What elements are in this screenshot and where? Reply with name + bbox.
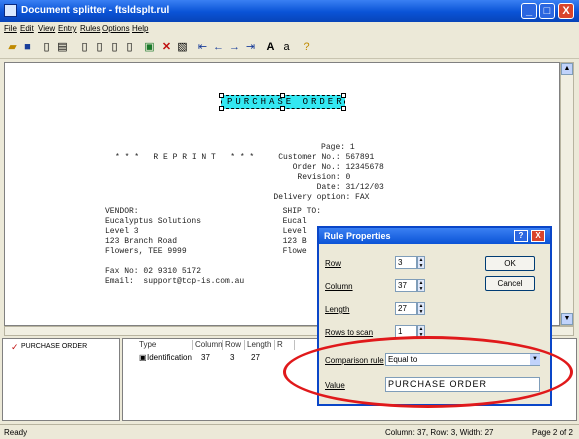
doc-line: Date: 31/12/03	[91, 183, 384, 192]
doc-line: Order No.: 12345678	[91, 163, 384, 172]
doc-line: Level 3 Level	[105, 227, 307, 236]
doc-line: * * * R E P R I N T * * * Customer No.: …	[91, 153, 375, 162]
doc-line: 123 Branch Road 123 B	[105, 237, 307, 246]
rule-type[interactable]: Identification	[147, 353, 192, 362]
menu-help[interactable]: Help	[132, 24, 148, 33]
rows-to-scan-label: Rows to scan	[325, 328, 374, 337]
length-input[interactable]: 27	[395, 302, 417, 315]
column-header-column[interactable]: Column	[193, 340, 223, 350]
cancel-button[interactable]: Cancel	[485, 276, 535, 291]
status-text: Ready	[4, 428, 28, 437]
doc-line: Flowers, TEE 9999 Flowe	[105, 247, 307, 256]
value-label: Value	[325, 381, 345, 390]
length-label: Length	[325, 305, 350, 314]
vertical-scrollbar[interactable]: ▲ ▼	[560, 62, 574, 326]
resize-handle[interactable]	[280, 106, 285, 111]
save-icon[interactable]: ■	[21, 41, 34, 54]
font-smaller-icon[interactable]: a	[280, 41, 293, 54]
column-spinner[interactable]: ▲ ▼	[417, 279, 425, 292]
doc-line: Fax No: 02 9310 5172	[105, 267, 202, 276]
comparison-rule-select[interactable]: Equal to	[385, 353, 540, 366]
scroll-up-icon[interactable]: ▲	[561, 63, 573, 75]
dialog-help-button[interactable]: ?	[514, 230, 528, 242]
add-rule-icon[interactable]: ▣	[143, 41, 156, 54]
doc-line: Eucalyptus Solutions Eucal	[105, 217, 307, 226]
doc-line: Email: support@tcp-is.com.au	[105, 277, 245, 286]
column-label: Column	[325, 282, 353, 291]
page-next-icon[interactable]: ▯	[108, 41, 121, 54]
selected-field-text: PURCHASE ORDER	[227, 97, 345, 107]
rule-tree-item[interactable]: PURCHASE ORDER	[21, 343, 87, 350]
resize-handle[interactable]	[219, 93, 224, 98]
rows-to-scan-input[interactable]: 1	[395, 325, 417, 338]
rule-type-icon: ▣	[139, 353, 147, 362]
scroll-down-icon[interactable]: ▼	[561, 313, 573, 325]
window-title: Document splitter - ftsldsplt.rul	[21, 5, 170, 16]
rule-tree[interactable]: ✓ PURCHASE ORDER	[2, 338, 120, 421]
page-first-icon[interactable]: ▯	[78, 41, 91, 54]
menu-edit[interactable]: Edit	[20, 24, 34, 33]
title-bar: Document splitter - ftsldsplt.rul _ □ X	[0, 0, 579, 22]
minimize-button[interactable]: _	[521, 3, 537, 19]
menu-rules[interactable]: Rules	[80, 24, 100, 33]
status-page: Page 2 of 2	[532, 428, 573, 437]
doc-line: Delivery option: FAX	[91, 193, 370, 202]
page-last-icon[interactable]: ▯	[123, 41, 136, 54]
help-icon[interactable]: ?	[300, 41, 313, 54]
rows-to-scan-spinner[interactable]: ▲ ▼	[417, 325, 425, 338]
column-header-row[interactable]: Row	[223, 340, 245, 350]
rule-row: 3	[230, 353, 235, 362]
doc-line: Page: 1	[105, 143, 355, 152]
dialog-title-bar: Rule Properties ? X	[319, 228, 550, 244]
menu-file[interactable]: File	[4, 24, 17, 33]
menu-options[interactable]: Options	[102, 24, 130, 33]
font-larger-icon[interactable]: A	[264, 41, 277, 54]
print-icon[interactable]: ▤	[56, 41, 69, 54]
app-icon	[4, 4, 17, 17]
move-last-icon[interactable]: ⇥	[244, 41, 257, 54]
row-label: Row	[325, 259, 342, 268]
ok-button[interactable]: OK	[485, 256, 535, 271]
doc-line: VENDOR: SHIP TO:	[105, 207, 322, 216]
resize-handle[interactable]	[280, 93, 285, 98]
value-input[interactable]: PURCHASE ORDER	[385, 377, 540, 392]
column-header-type[interactable]: Type	[137, 340, 193, 350]
status-bar: Ready Column: 37, Row: 3, Width: 27 Page…	[0, 424, 579, 439]
page-prev-icon[interactable]: ▯	[93, 41, 106, 54]
close-button[interactable]: X	[558, 3, 574, 19]
resize-handle[interactable]	[341, 106, 346, 111]
status-position: Column: 37, Row: 3, Width: 27	[385, 428, 494, 437]
delete-icon[interactable]: ✕	[160, 41, 173, 54]
check-icon: ✓	[11, 342, 19, 352]
move-first-icon[interactable]: ⇤	[196, 41, 209, 54]
resize-handle[interactable]	[341, 93, 346, 98]
new-doc-icon[interactable]: ▯	[40, 41, 53, 54]
menu-entry[interactable]: Entry	[58, 24, 77, 33]
comparison-rule-label: Comparison rule	[325, 356, 384, 365]
column-header-r[interactable]: R	[275, 340, 295, 350]
column-input[interactable]: 37	[395, 279, 417, 292]
open-icon[interactable]: ▰	[6, 41, 19, 54]
maximize-button[interactable]: □	[539, 3, 555, 19]
move-right-icon[interactable]: →	[228, 41, 241, 54]
properties-icon[interactable]: ▧	[176, 41, 189, 54]
rule-column: 37	[201, 353, 210, 362]
rule-properties-dialog: Rule Properties ? X Row 3 ▲ ▼ Column 37 ▲…	[317, 226, 552, 406]
row-spinner[interactable]: ▲ ▼	[417, 256, 425, 269]
toolbar: ▰ ■ ▯ ▤ ▯ ▯ ▯ ▯ ▣ ✕ ▧ ⇤ ← → ⇥ A a ?	[0, 37, 579, 59]
resize-handle[interactable]	[219, 106, 224, 111]
column-header-length[interactable]: Length	[245, 340, 275, 350]
move-left-icon[interactable]: ←	[212, 41, 225, 54]
dialog-close-button[interactable]: X	[531, 230, 545, 242]
menu-bar: File Edit View Entry Rules Options Help	[0, 22, 579, 36]
chevron-down-icon[interactable]: ▼	[530, 354, 540, 365]
doc-line: Revision: 0	[91, 173, 351, 182]
rule-length: 27	[251, 353, 260, 362]
row-input[interactable]: 3	[395, 256, 417, 269]
menu-view[interactable]: View	[38, 24, 55, 33]
dialog-title: Rule Properties	[324, 231, 391, 241]
length-spinner[interactable]: ▲ ▼	[417, 302, 425, 315]
